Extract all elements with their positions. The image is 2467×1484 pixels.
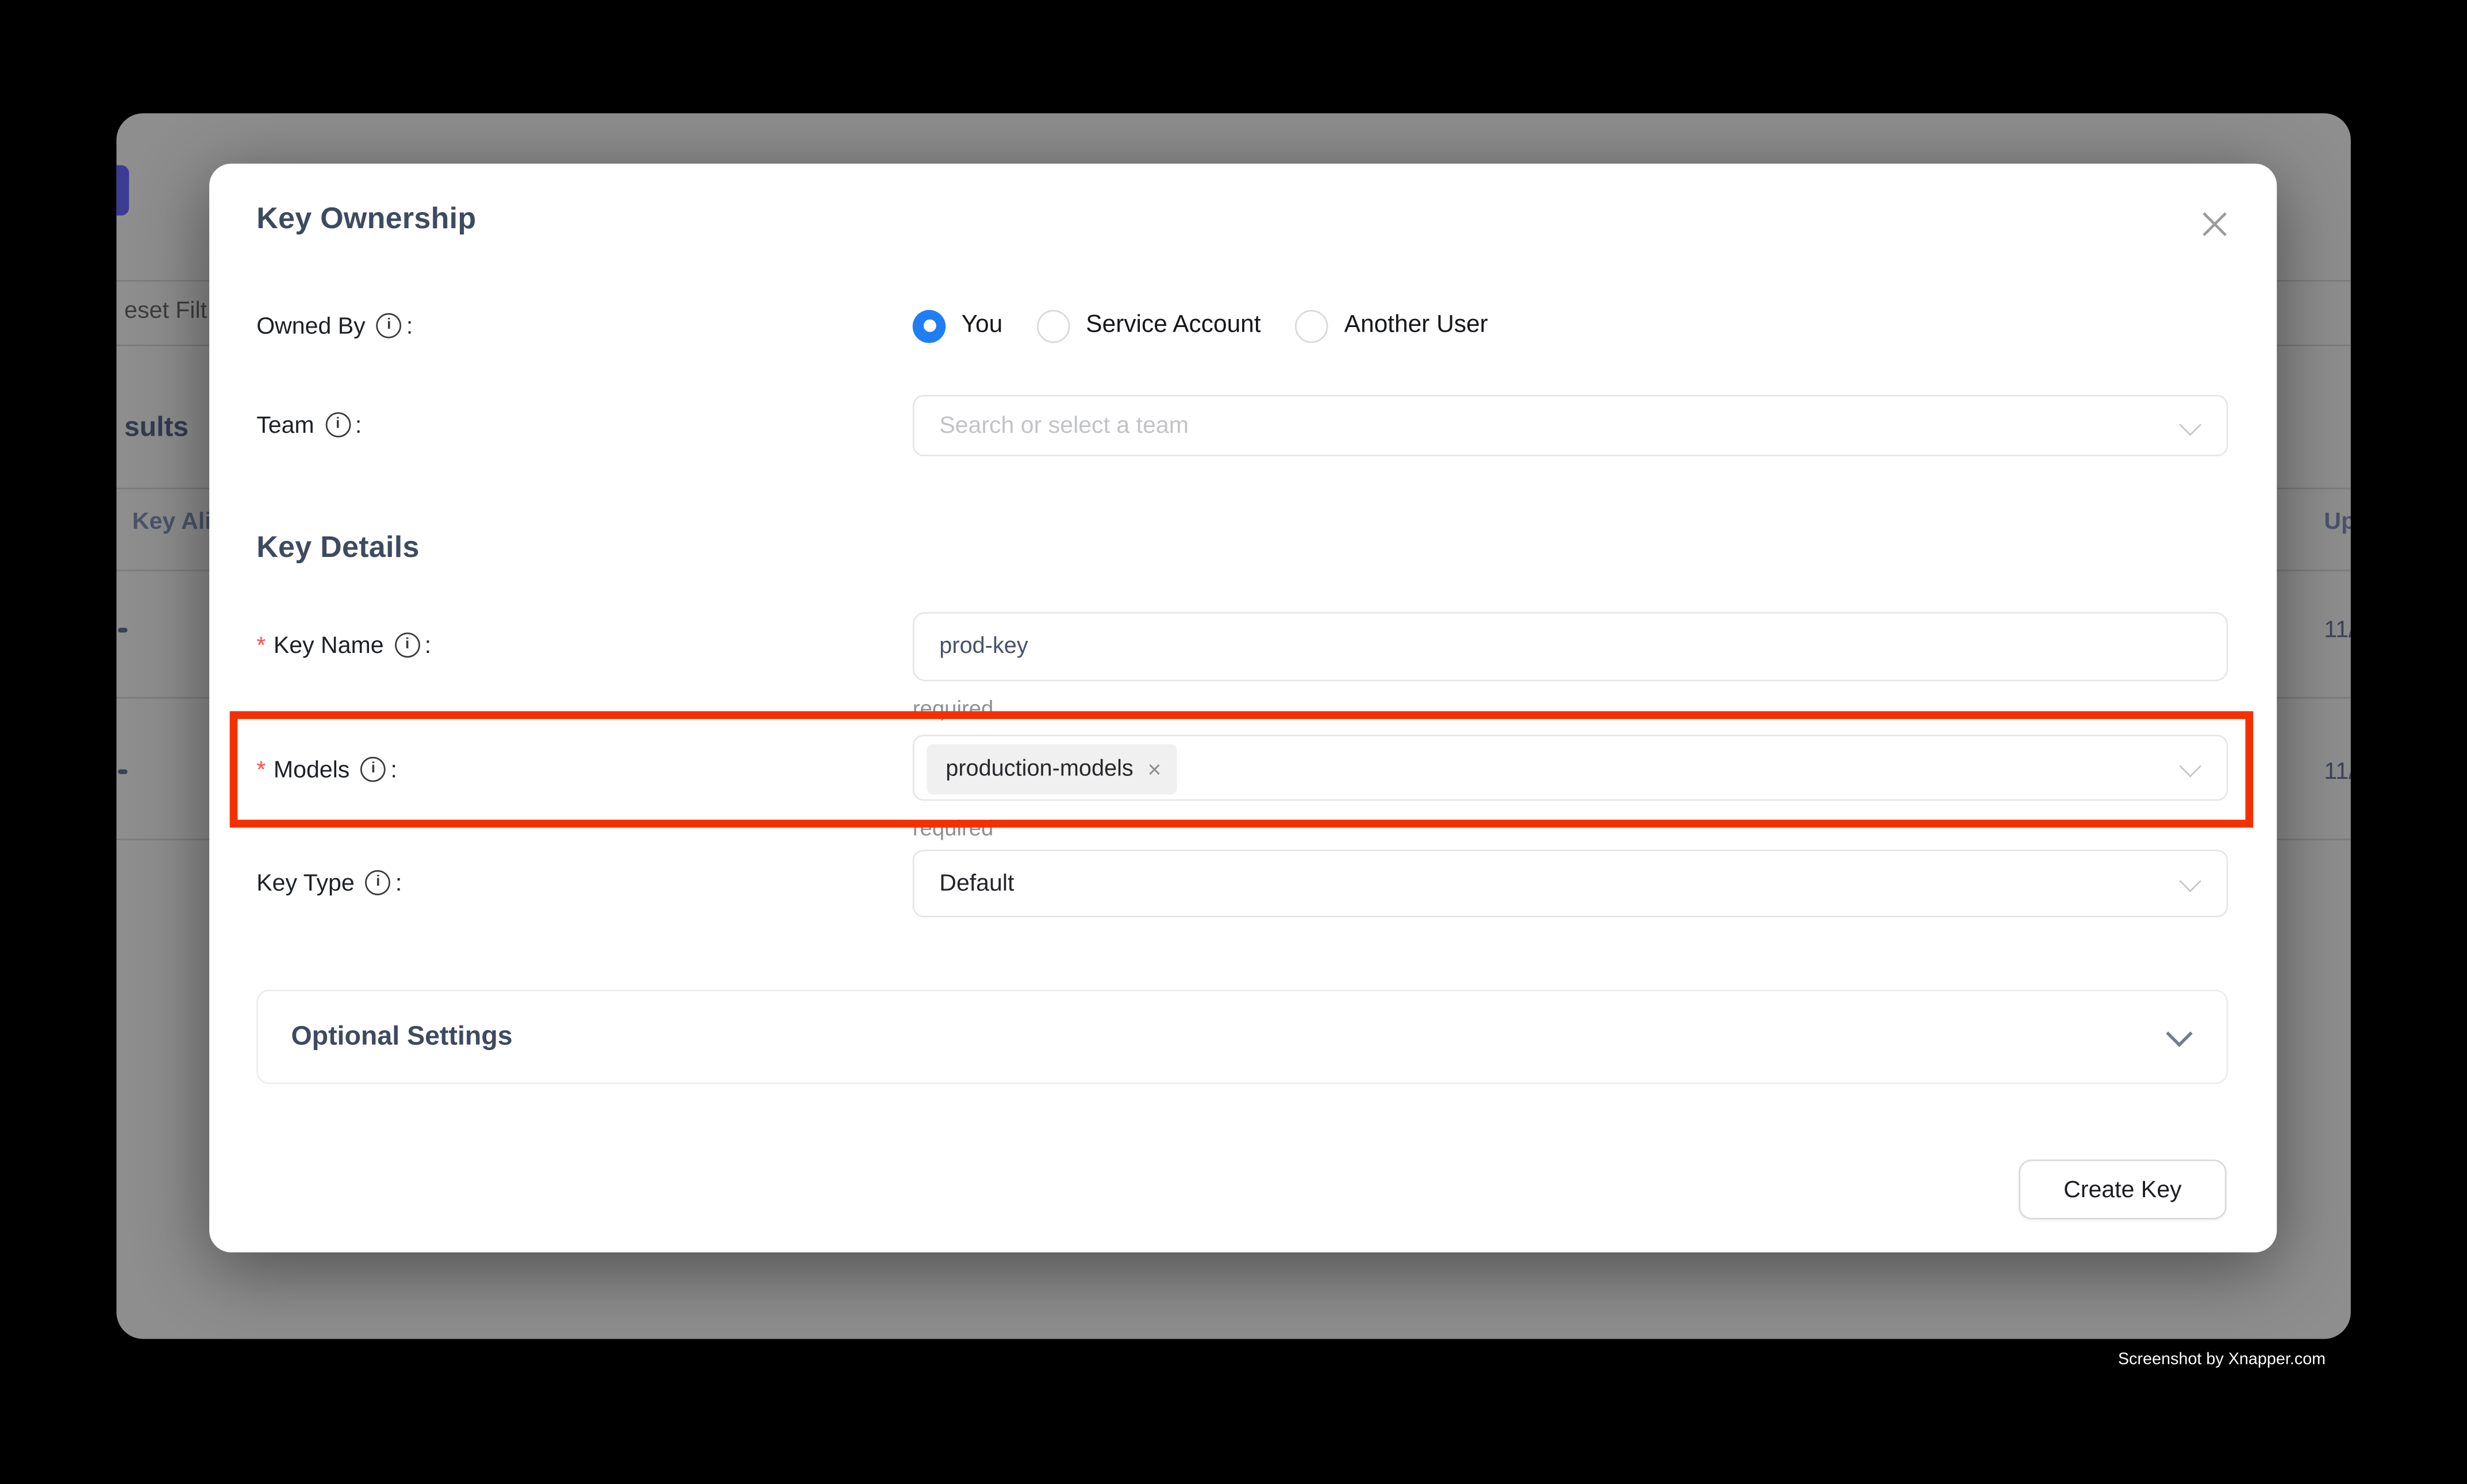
radio-label[interactable]: Another User — [1344, 312, 1488, 340]
required-asterisk: * — [256, 632, 266, 659]
key-name-label: * Key Name i : — [256, 629, 431, 661]
optional-settings-title: Optional Settings — [291, 1021, 512, 1053]
create-key-modal: Key Ownership Owned By i : You Service A… — [209, 164, 2277, 1252]
chevron-down-icon — [2179, 755, 2201, 778]
xnapper-watermark: Screenshot by Xnapper.com — [2118, 1350, 2326, 1369]
info-icon[interactable]: i — [376, 313, 402, 339]
key-name-label-text: Key Name — [274, 632, 384, 659]
info-icon[interactable]: i — [325, 412, 351, 437]
chevron-down-icon — [2179, 414, 2201, 436]
key-type-select[interactable]: Default — [913, 849, 2228, 917]
label-colon: : — [406, 312, 413, 339]
key-type-label: Key Type i : — [256, 867, 402, 898]
label-colon: : — [390, 756, 397, 783]
required-asterisk: * — [256, 756, 266, 783]
results-count-partial: sults — [124, 410, 189, 443]
reset-filters-button-partial: eset Filt — [124, 297, 207, 324]
owned-by-label-text: Owned By — [256, 312, 365, 339]
models-label-text: Models — [274, 756, 349, 783]
radio-unselected-icon[interactable] — [1037, 309, 1070, 342]
team-select[interactable]: Search or select a team — [913, 395, 2228, 456]
radio-owned-by-another-user[interactable]: Another User — [1296, 309, 1488, 342]
radio-unselected-icon[interactable] — [1296, 309, 1328, 342]
chevron-down-icon — [2179, 870, 2201, 893]
info-icon[interactable]: i — [395, 632, 420, 658]
table-cell-empty-dash — [117, 770, 126, 774]
team-label-text: Team — [256, 412, 314, 439]
team-select-placeholder: Search or select a team — [939, 397, 1189, 456]
key-type-label-text: Key Type — [256, 869, 354, 896]
info-icon[interactable]: i — [366, 870, 391, 895]
selected-model-tag-text: production-models — [946, 757, 1133, 782]
create-key-button[interactable]: Create Key — [2019, 1160, 2226, 1220]
table-cell-date-partial: 11/ — [2324, 617, 2351, 644]
screenshot-stage: eset Filt sults Key Alia Up 11/ 11/ Key … — [0, 0, 2467, 1484]
optional-settings-expander[interactable]: Optional Settings — [256, 990, 2228, 1084]
models-validation-message: required — [913, 815, 994, 840]
owned-by-radio-group: You Service Account Another User — [913, 309, 1488, 342]
radio-label[interactable]: You — [962, 312, 1003, 340]
label-colon: : — [355, 412, 362, 439]
team-label: Team i : — [256, 409, 362, 441]
chevron-down-icon — [2166, 1020, 2192, 1047]
models-label: * Models i : — [256, 753, 397, 785]
section-title-key-ownership: Key Ownership — [256, 203, 476, 237]
remove-tag-icon[interactable]: × — [1147, 758, 1161, 781]
info-icon[interactable]: i — [360, 757, 386, 782]
selected-model-tag: production-models × — [927, 744, 1177, 795]
owned-by-label: Owned By i : — [256, 310, 413, 341]
table-cell-empty-dash — [117, 627, 126, 632]
partial-primary-button — [117, 165, 129, 216]
radio-owned-by-service-account[interactable]: Service Account — [1037, 309, 1261, 342]
column-header-updated-partial: Up — [2324, 508, 2351, 535]
key-name-input-value: prod-key — [939, 614, 1028, 682]
close-icon[interactable] — [2195, 205, 2233, 243]
key-name-validation-message: required — [913, 695, 994, 721]
section-title-key-details: Key Details — [256, 532, 419, 566]
key-type-select-value: Default — [939, 851, 1014, 917]
radio-owned-by-you[interactable]: You — [913, 309, 1002, 342]
table-cell-date-partial: 11/ — [2324, 758, 2351, 785]
label-colon: : — [425, 632, 431, 659]
key-name-input[interactable]: prod-key — [913, 612, 2228, 681]
radio-label[interactable]: Service Account — [1086, 312, 1261, 340]
label-colon: : — [395, 869, 402, 896]
models-select[interactable]: production-models × — [913, 735, 2228, 801]
radio-selected-icon[interactable] — [913, 309, 946, 342]
